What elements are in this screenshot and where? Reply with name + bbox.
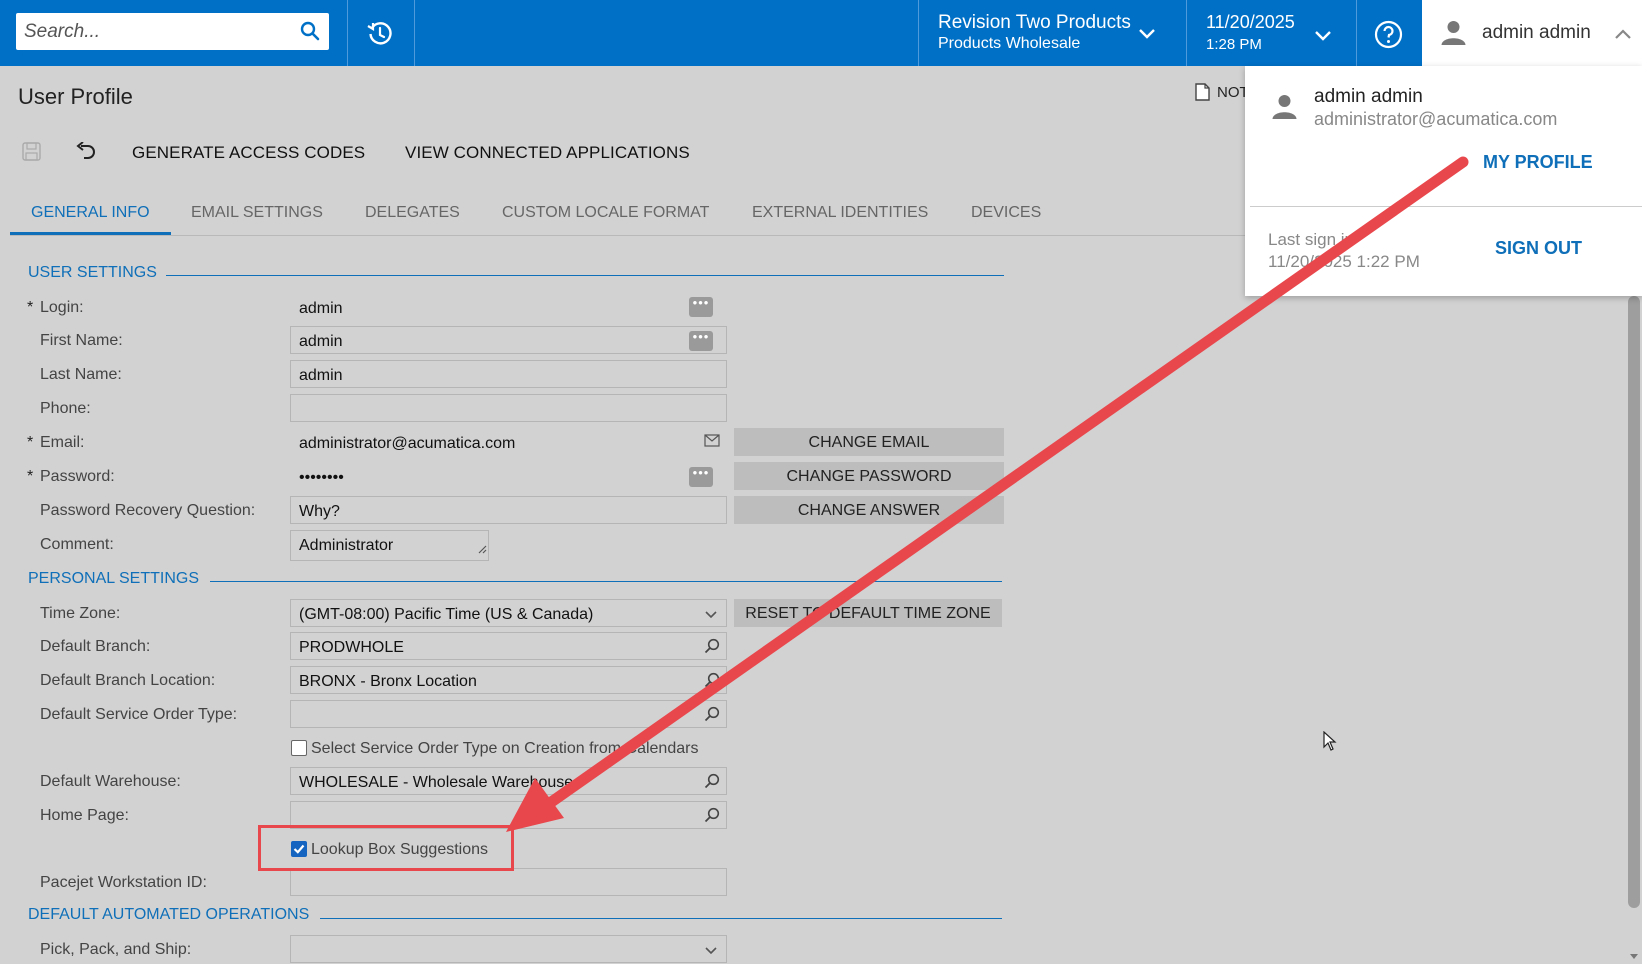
mouse-cursor-icon [1323,730,1337,756]
annotation-arrow [506,156,1469,832]
